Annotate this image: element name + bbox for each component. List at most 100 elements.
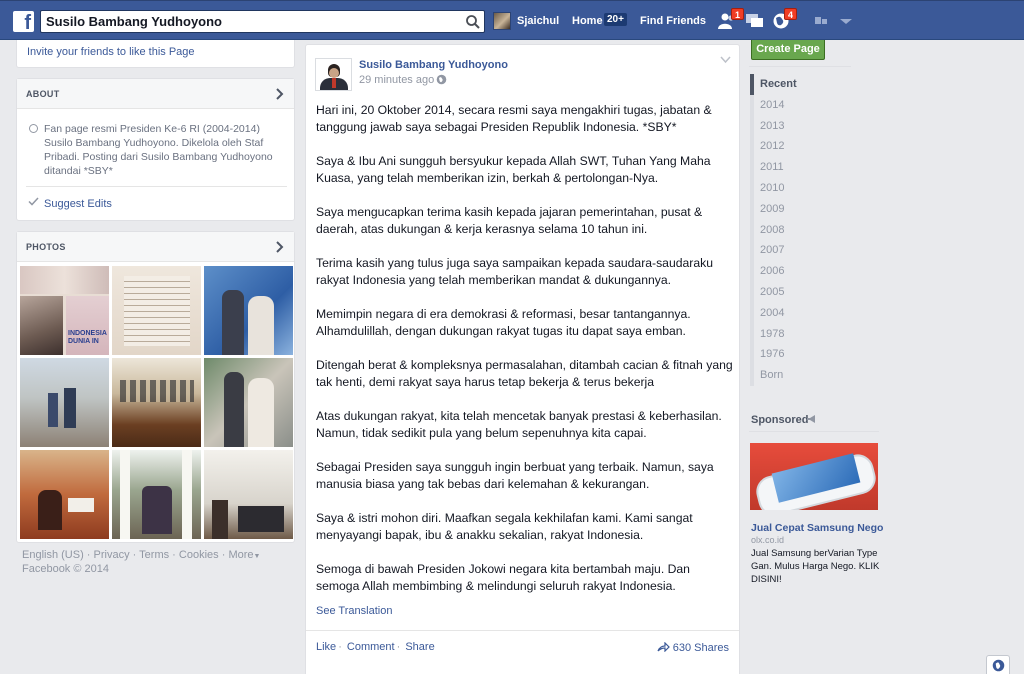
photo-thumbnail[interactable] <box>204 266 293 355</box>
photo-thumbnail[interactable] <box>112 450 201 539</box>
profile-link[interactable]: Sjaichul <box>517 15 559 27</box>
globe-icon <box>992 659 1005 672</box>
chevron-right-icon[interactable] <box>276 88 284 100</box>
photo-caption: DUNIA IN <box>68 338 99 345</box>
photo-thumbnail[interactable] <box>112 266 201 355</box>
footer-privacy-link[interactable]: Privacy <box>94 549 130 561</box>
timeline-item[interactable]: 1978 <box>750 323 850 345</box>
ad-image[interactable] <box>750 443 878 510</box>
timeline-item[interactable]: 2008 <box>750 219 850 241</box>
divider <box>749 66 851 67</box>
divider <box>306 630 739 631</box>
caret-down-icon: ▼ <box>253 553 261 560</box>
timeline-item[interactable]: 2004 <box>750 302 850 324</box>
page-avatar[interactable] <box>315 58 352 91</box>
ad-description: Jual Samsung berVarian Type Gan. Mulus H… <box>751 548 880 585</box>
chevron-right-icon[interactable] <box>276 241 284 253</box>
photos-heading: PHOTOS <box>26 242 66 252</box>
account-menu-chevron-icon[interactable] <box>836 12 856 30</box>
notifications-badge: 4 <box>784 8 798 20</box>
post-card: Susilo Bambang Yudhoyono 29 minutes ago … <box>305 44 740 674</box>
photos-header[interactable]: PHOTOS <box>17 232 294 262</box>
megaphone-icon[interactable] <box>806 414 818 424</box>
privacy-shortcuts-icon[interactable] <box>813 12 833 30</box>
footer-links: English (US) · Privacy · Terms · Cookies… <box>22 549 261 575</box>
create-page-button[interactable]: Create Page <box>751 40 825 60</box>
timeline-item[interactable]: 2011 <box>750 157 850 178</box>
timeline-item[interactable]: 2014 <box>750 94 850 116</box>
user-avatar[interactable] <box>493 12 511 30</box>
shares-count: 630 Shares <box>672 642 729 654</box>
timeline-item[interactable]: Born <box>750 365 850 386</box>
about-card: ABOUT Fan page resmi Presiden Ke-6 RI (2… <box>16 78 295 221</box>
home-link[interactable]: Home <box>572 15 603 27</box>
invite-card: Invite your friends to like this Page <box>16 40 295 68</box>
photo-thumbnail[interactable] <box>204 358 293 447</box>
timeline-item[interactable]: 2012 <box>750 136 850 158</box>
divider <box>26 186 287 187</box>
post-paragraph: Saya & Ibu Ani sungguh bersyukur kepada … <box>316 154 711 185</box>
photo-thumbnail[interactable] <box>112 358 201 447</box>
top-navigation-bar: f Sjaichul Home 20+ Find Friends 1 4 <box>0 0 1024 40</box>
post-paragraph: Saya mengucapkan terima kasih kepada jaj… <box>316 205 703 236</box>
about-heading: ABOUT <box>26 89 60 99</box>
search-box[interactable] <box>40 10 485 33</box>
chat-sidebar-toggle[interactable] <box>986 655 1010 674</box>
find-friends-link[interactable]: Find Friends <box>640 15 706 27</box>
invite-friends-link[interactable]: Invite your friends to like this Page <box>27 46 195 58</box>
facebook-logo[interactable]: f <box>13 11 34 32</box>
copyright: Facebook © 2014 <box>22 563 109 575</box>
ad-domain: olx.co.id <box>751 535 785 545</box>
timeline-nav: Recent 2014 2013 2012 2011 2010 2009 200… <box>750 74 850 386</box>
info-clock-icon <box>29 124 38 133</box>
footer-more-link[interactable]: More <box>228 549 253 561</box>
post-timestamp[interactable]: 29 minutes ago <box>359 74 434 86</box>
divider <box>749 431 879 432</box>
about-header[interactable]: ABOUT <box>17 79 294 109</box>
messages-icon[interactable] <box>745 12 765 30</box>
timeline-item[interactable]: 2006 <box>750 261 850 282</box>
footer-cookies-link[interactable]: Cookies <box>179 549 219 561</box>
about-description: Fan page resmi Presiden Ke-6 RI (2004-20… <box>44 123 273 177</box>
ad-title-link[interactable]: Jual Cepat Samsung Nego <box>751 522 883 534</box>
footer-english-link[interactable]: English (US) <box>22 549 84 561</box>
timeline-item[interactable]: 2010 <box>750 177 850 199</box>
post-paragraph: Terima kasih yang tulus juga saya sampai… <box>316 256 714 287</box>
post-paragraph: Hari ini, 20 Oktober 2014, secara resmi … <box>316 103 712 134</box>
photo-thumbnail[interactable] <box>204 450 293 539</box>
checkmark-icon <box>28 197 39 206</box>
see-translation-link[interactable]: See Translation <box>316 605 392 617</box>
post-message: Hari ini, 20 Oktober 2014, secara resmi … <box>316 102 734 612</box>
photo-thumbnail[interactable]: INDONESIA DUNIA IN <box>20 266 109 355</box>
post-actions: Like · Comment · Share <box>316 641 435 653</box>
shares-count-link[interactable]: 630 Shares <box>657 642 729 654</box>
suggest-edits-link[interactable]: Suggest Edits <box>44 198 112 210</box>
timeline-item[interactable]: 1976 <box>750 344 850 366</box>
home-count-badge: 20+ <box>604 13 627 26</box>
photo-thumbnail[interactable] <box>20 358 109 447</box>
search-icon[interactable] <box>465 14 481 30</box>
post-paragraph: Sebagai Presiden saya sungguh ingin berb… <box>316 460 714 491</box>
friend-requests-badge: 1 <box>731 8 745 20</box>
timeline-item[interactable]: 2013 <box>750 115 850 137</box>
share-button[interactable]: Share <box>405 641 434 653</box>
footer-terms-link[interactable]: Terms <box>139 549 169 561</box>
post-paragraph: Atas dukungan rakyat, kita telah menceta… <box>316 409 722 440</box>
photos-card: PHOTOS INDONESIA DUNIA IN <box>16 231 295 543</box>
post-options-chevron-icon[interactable] <box>720 56 731 64</box>
comment-button[interactable]: Comment <box>347 641 395 653</box>
public-globe-icon <box>436 74 447 85</box>
timeline-item[interactable]: 2009 <box>750 198 850 220</box>
timeline-item[interactable]: 2005 <box>750 281 850 303</box>
post-paragraph: Ditengah berat & kompleksnya permasalaha… <box>316 358 733 389</box>
post-paragraph: Memimpin negara di era demokrasi & refor… <box>316 307 691 338</box>
timeline-item[interactable]: 2007 <box>750 240 850 262</box>
photo-caption: INDONESIA <box>68 330 107 337</box>
post-paragraph: Saya & istri mohon diri. Maafkan segala … <box>316 511 693 542</box>
photo-thumbnail[interactable] <box>20 450 109 539</box>
search-input[interactable] <box>41 11 451 32</box>
post-author-link[interactable]: Susilo Bambang Yudhoyono <box>359 59 508 71</box>
share-arrow-icon <box>657 642 670 652</box>
timeline-item[interactable]: Recent <box>750 74 850 95</box>
like-button[interactable]: Like <box>316 641 336 653</box>
